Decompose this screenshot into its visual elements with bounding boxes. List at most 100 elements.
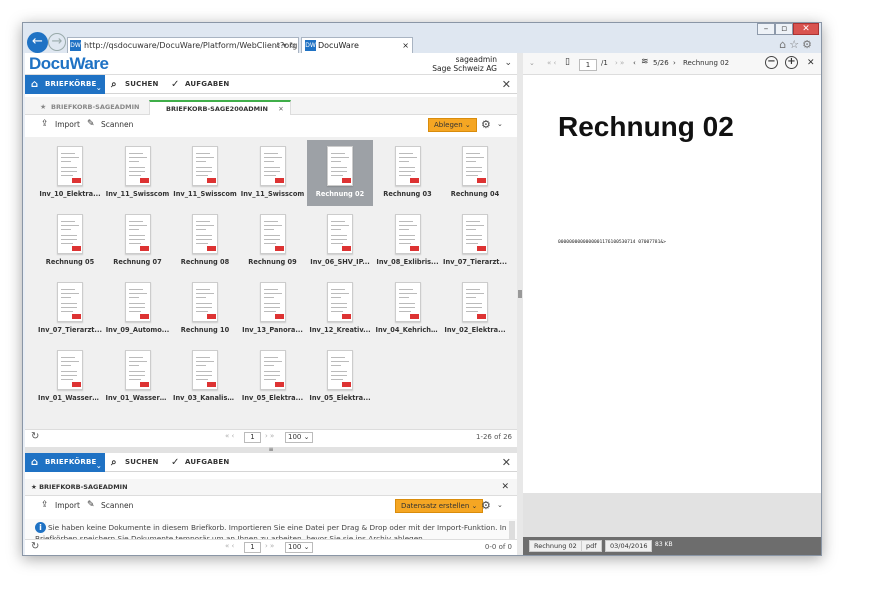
import-button[interactable]: ⇪ Import xyxy=(41,119,80,129)
document-tile[interactable]: Inv_06_SHV_IP... xyxy=(307,208,373,274)
footer-doc-type: pdf xyxy=(581,540,602,552)
splitter-grip-icon[interactable] xyxy=(518,290,522,298)
document-thumbnail xyxy=(327,350,353,390)
document-thumbnail xyxy=(124,214,151,254)
document-label: Inv_05_Elektra... xyxy=(309,394,371,402)
import-button[interactable]: ⇪ Import xyxy=(41,500,80,510)
tab-briefkoerbe[interactable]: ⌂ BRIEFKÖRBE ⌄ xyxy=(25,75,105,94)
first-prev-page-icon[interactable]: « ‹ xyxy=(547,59,556,67)
document-tile[interactable]: Inv_05_Elektra... xyxy=(307,344,373,410)
page-input[interactable]: 1 xyxy=(244,432,261,443)
refresh-icon[interactable]: ↻ xyxy=(31,431,39,442)
ablegen-button[interactable]: Ablegen ⌄ xyxy=(428,118,477,132)
document-tile[interactable]: Rechnung 04 xyxy=(442,140,508,206)
tray-tab-sage200admin[interactable]: BRIEFKORB-SAGE200ADMIN ✕ xyxy=(149,100,291,115)
document-tile[interactable]: Rechnung 07 xyxy=(105,208,171,274)
tab-suchen-bottom[interactable]: ⌕ SUCHEN xyxy=(105,453,165,472)
next-last-page-icon[interactable]: › » xyxy=(265,542,274,550)
document-tile[interactable]: Rechnung 03 xyxy=(375,140,441,206)
document-thumbnail xyxy=(57,350,83,390)
scan-button[interactable]: ✎ Scannen xyxy=(87,500,133,510)
tray-tab-label: BRIEFKORB-SAGE200ADMIN xyxy=(166,105,268,113)
pdf-badge-icon xyxy=(409,246,419,251)
document-tile[interactable]: Inv_01_Wasserv... xyxy=(37,344,103,410)
document-tile[interactable]: Inv_09_Automo... xyxy=(105,276,171,342)
chevron-down-icon[interactable]: ⌄ xyxy=(497,120,503,128)
document-tile[interactable]: Rechnung 05 xyxy=(37,208,103,274)
zoom-in-icon[interactable]: + xyxy=(785,56,798,69)
address-bar[interactable]: DW http://qsdocuware/DocuWare/Platform/W… xyxy=(67,37,299,54)
first-prev-page-icon[interactable]: « ‹ xyxy=(225,432,234,440)
page-input[interactable]: 1 xyxy=(244,542,261,553)
close-viewer-icon[interactable]: ✕ xyxy=(807,58,815,68)
document-tile[interactable]: Inv_01_Wasserv... xyxy=(105,344,171,410)
tab-aufgaben[interactable]: ✓ AUFGABEN xyxy=(165,75,240,94)
bottom-toolbar: ⇪ Import ✎ Scannen Datensatz erstellen ⌄… xyxy=(25,496,517,518)
document-tile[interactable]: Rechnung 08 xyxy=(172,208,238,274)
document-tile[interactable]: Inv_10_Elektra... xyxy=(37,140,103,206)
document-tile[interactable]: Inv_11_Swisscom xyxy=(172,140,238,206)
back-button[interactable]: ← xyxy=(27,32,48,53)
minimize-button[interactable]: – xyxy=(757,23,775,35)
document-label: Rechnung 09 xyxy=(248,258,297,266)
pdf-badge-icon xyxy=(207,314,216,319)
scan-button[interactable]: ✎ Scannen xyxy=(87,119,133,129)
document-tile[interactable]: Inv_11_Swisscom xyxy=(105,140,171,206)
browser-toolbar-icons[interactable]: ⌂☆⚙ xyxy=(779,38,815,51)
page-size-select[interactable]: 100 ⌄ xyxy=(285,432,313,443)
document-label: Inv_01_Wasserv... xyxy=(38,394,103,402)
page-size-select[interactable]: 100 ⌄ xyxy=(285,542,313,553)
tab-aufgaben-bottom[interactable]: ✓ AUFGABEN xyxy=(165,453,240,472)
document-tile[interactable]: Inv_11_Swisscom xyxy=(240,140,306,206)
close-window-button[interactable]: ✕ xyxy=(793,23,819,35)
app-header: DocuWare sageadmin Sage Schweiz AG ⌄ xyxy=(25,53,517,75)
tray-tab-label: BRIEFKORB-SAGEADMIN xyxy=(51,103,140,111)
tray-tab-sageadmin[interactable]: ★ BRIEFKORB-SAGEADMIN ✕ xyxy=(35,100,161,115)
next-last-page-icon[interactable]: › » xyxy=(265,432,274,440)
chevron-down-icon[interactable]: ⌄ xyxy=(529,59,535,67)
chevron-down-icon[interactable]: ⌄ xyxy=(504,58,512,68)
document-thumbnail xyxy=(327,146,353,186)
first-prev-page-icon[interactable]: « ‹ xyxy=(225,542,234,550)
tab-briefkoerbe-bottom[interactable]: ⌂ BRIEFKÖRBE ⌄ xyxy=(25,453,105,472)
document-tile[interactable]: Inv_07_Tierarzt... xyxy=(37,276,103,342)
viewer-page-input[interactable]: 1 xyxy=(579,59,597,71)
document-tile[interactable]: Inv_13_Panora... xyxy=(240,276,306,342)
document-tile[interactable]: Inv_07_Tierarzt... xyxy=(442,208,508,274)
close-panel-button[interactable]: ✕ xyxy=(502,456,511,469)
document-tile[interactable]: Inv_04_Kehricht... xyxy=(375,276,441,342)
close-panel-button[interactable]: ✕ xyxy=(502,78,511,91)
close-icon[interactable]: ✕ xyxy=(278,105,283,113)
refresh-icon[interactable]: ↻ xyxy=(31,541,39,552)
document-tile[interactable]: Inv_05_Elektra... xyxy=(240,344,306,410)
document-label: Inv_08_Exlibris... xyxy=(376,258,439,266)
maximize-button[interactable]: ▫ xyxy=(775,23,793,35)
document-tile[interactable]: Inv_03_Kanalisa... xyxy=(172,344,238,410)
document-tile[interactable]: Rechnung 02 xyxy=(307,140,373,206)
chevron-down-icon[interactable]: ⌄ xyxy=(497,501,503,509)
create-record-button[interactable]: Datensatz erstellen ⌄ xyxy=(395,499,484,513)
prev-doc-icon[interactable]: ‹ xyxy=(633,59,636,67)
document-thumbnail xyxy=(57,214,83,254)
close-tab-icon[interactable]: × xyxy=(402,38,409,53)
next-last-page-icon[interactable]: › » xyxy=(615,59,624,67)
document-thumbnail xyxy=(259,350,286,390)
address-controls[interactable]: ⌕ ▾ ↻ xyxy=(276,38,296,53)
document-tile[interactable]: Rechnung 10 xyxy=(172,276,238,342)
forward-button[interactable]: → xyxy=(48,33,66,51)
document-tile[interactable]: Inv_12_Kreativ... xyxy=(307,276,373,342)
next-doc-icon[interactable]: › xyxy=(673,59,676,67)
document-tile[interactable]: Rechnung 09 xyxy=(240,208,306,274)
document-label: Inv_04_Kehricht... xyxy=(375,326,441,334)
gear-icon[interactable]: ⚙ xyxy=(481,499,491,512)
close-icon[interactable]: ✕ xyxy=(501,479,509,495)
document-tile[interactable]: Inv_08_Exlibris... xyxy=(375,208,441,274)
document-tile[interactable]: Inv_02_Elektra... xyxy=(442,276,508,342)
browser-tab[interactable]: DW DocuWare × xyxy=(301,37,413,54)
zoom-out-icon[interactable]: − xyxy=(765,56,778,69)
tab-suchen[interactable]: ⌕ SUCHEN xyxy=(105,75,165,94)
footer-doc-date: 03/04/2016 xyxy=(605,540,653,552)
chevron-down-icon: ⌄ xyxy=(95,84,102,92)
gear-icon[interactable]: ⚙ xyxy=(481,118,491,131)
user-info[interactable]: sageadmin Sage Schweiz AG xyxy=(432,55,497,73)
